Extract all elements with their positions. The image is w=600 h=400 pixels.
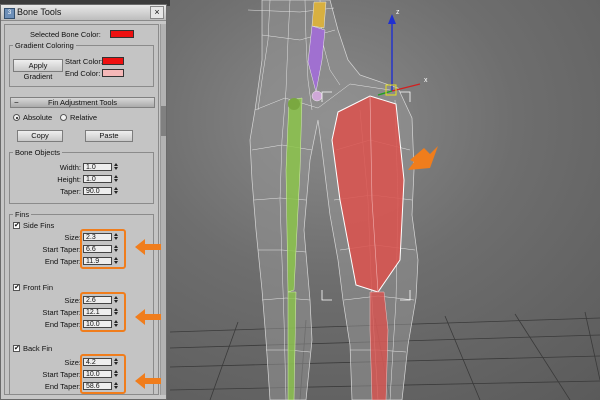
absolute-radio[interactable] — [13, 114, 20, 121]
dialog-content: Selected Bone Color: Gradient Coloring A… — [4, 24, 159, 395]
fin-adjustment-rollout[interactable]: − Fin Adjustment Tools — [10, 97, 155, 108]
front-size-label: Size: — [64, 296, 81, 305]
end-color-swatch[interactable] — [102, 69, 124, 77]
right-shin-bone — [369, 291, 389, 400]
relative-label: Relative — [70, 113, 98, 122]
paste-button[interactable]: Paste — [85, 130, 133, 142]
selected-bone-color-swatch[interactable] — [110, 30, 134, 38]
front-start-taper-label: Start Taper: — [42, 308, 81, 317]
hip-joint — [311, 90, 323, 102]
width-label: Width: — [59, 163, 81, 172]
side-fins-checkbox[interactable]: ✔ — [13, 222, 20, 229]
start-color-swatch[interactable] — [102, 57, 124, 65]
spinner-arrows-icon[interactable] — [113, 175, 119, 183]
back-fin-checkbox[interactable]: ✔ — [13, 345, 20, 352]
left-hip-joint — [288, 98, 300, 110]
side-start-taper-label: Start Taper: — [42, 245, 81, 254]
height-field[interactable]: 1.0 — [83, 175, 112, 183]
fin-adjustment-title: Fin Adjustment Tools — [47, 98, 118, 107]
bone-tools-dialog: 3 Bone Tools × Selected Bone Color: Grad… — [0, 4, 167, 400]
side-size-label: Size: — [64, 233, 81, 242]
end-color-label: End Color: — [65, 69, 101, 78]
back-size-label: Size: — [64, 358, 81, 367]
start-color-label: Start Color: — [65, 57, 103, 66]
side-fins-label: Side Fins — [23, 221, 55, 230]
gizmo-z-label: z — [396, 9, 400, 16]
back-start-taper-label: Start Taper: — [42, 370, 81, 379]
side-fins-highlight — [80, 229, 126, 269]
height-label: Height: — [57, 175, 81, 184]
spinner-arrows-icon[interactable] — [113, 187, 119, 195]
side-fins-arrow-icon — [135, 239, 161, 255]
back-end-taper-label: End Taper: — [44, 382, 81, 391]
front-end-taper-label: End Taper: — [44, 320, 81, 329]
rollout-collapse-icon: − — [14, 98, 19, 107]
gizmo-x-label: x — [424, 77, 428, 84]
bone-objects-title: Bone Objects — [13, 148, 63, 157]
selected-bone-color-label: Selected Bone Color: — [30, 30, 101, 39]
app-icon: 3 — [4, 8, 15, 19]
dialog-title: Bone Tools — [17, 7, 62, 17]
transform-gizmo[interactable]: x z — [377, 9, 428, 96]
back-fin-label: Back Fin — [23, 344, 53, 353]
dialog-titlebar[interactable]: 3 Bone Tools × — [1, 5, 166, 21]
relative-radio[interactable] — [60, 114, 67, 121]
close-icon[interactable]: × — [150, 6, 164, 19]
gizmo-z-arrow — [388, 14, 396, 24]
absolute-label: Absolute — [23, 113, 53, 122]
copy-button[interactable]: Copy — [17, 130, 63, 142]
gradient-coloring-title: Gradient Coloring — [13, 41, 76, 50]
height-spinner[interactable]: 1.0 — [83, 175, 120, 183]
fins-title: Fins — [13, 210, 32, 219]
front-fin-arrow-icon — [135, 309, 161, 325]
back-fin-arrow-icon — [135, 373, 161, 389]
side-end-taper-label: End Taper: — [44, 257, 81, 266]
dialog-scrollbar[interactable] — [160, 24, 166, 395]
front-fin-label: Front Fin — [23, 283, 54, 292]
apply-gradient-button[interactable]: Apply Gradient — [13, 59, 63, 81]
front-fin-checkbox[interactable]: ✔ — [13, 284, 20, 291]
width-field[interactable]: 1.0 — [83, 163, 112, 171]
scrollbar-thumb[interactable] — [161, 106, 166, 136]
front-fin-highlight — [80, 292, 126, 332]
width-spinner[interactable]: 1.0 — [83, 163, 120, 171]
spine-bone — [311, 1, 327, 29]
taper-field[interactable]: 90.0 — [83, 187, 112, 195]
spinner-arrows-icon[interactable] — [113, 163, 119, 171]
back-fin-highlight — [80, 354, 126, 394]
taper-spinner[interactable]: 90.0 — [83, 187, 120, 195]
taper-label: Taper: — [60, 187, 81, 196]
